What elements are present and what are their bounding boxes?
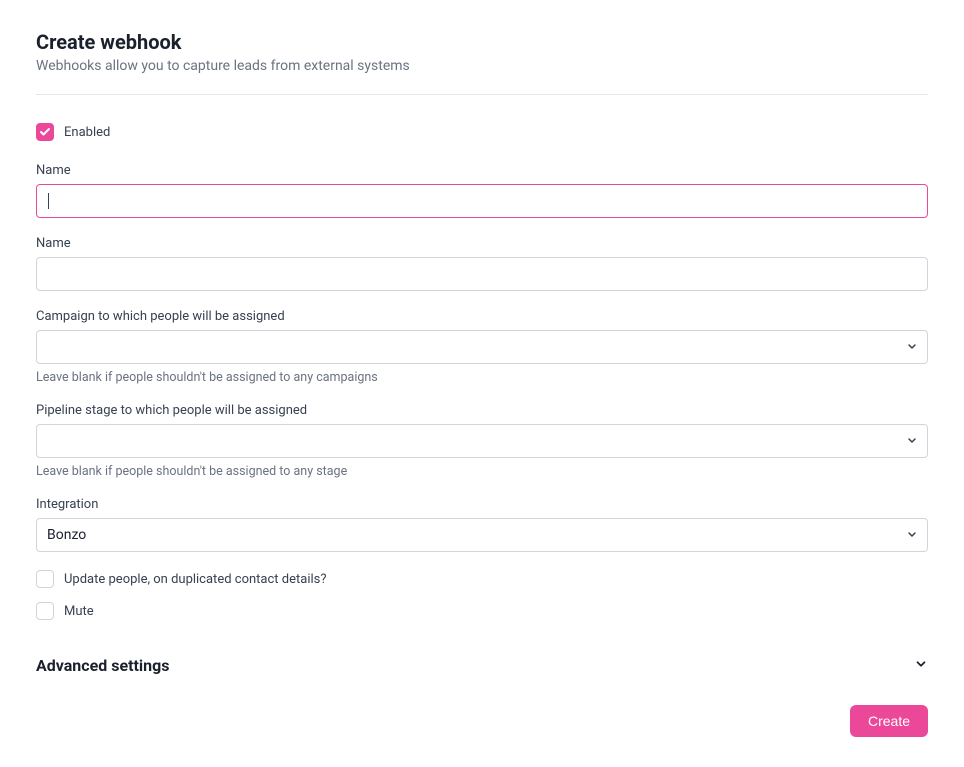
name1-input[interactable] [36, 184, 928, 218]
integration-select[interactable]: Bonzo [36, 518, 928, 552]
campaign-group: Campaign to which people will be assigne… [36, 309, 928, 385]
pipeline-label: Pipeline stage to which people will be a… [36, 403, 928, 418]
page-title: Create webhook [36, 30, 928, 54]
enabled-label: Enabled [64, 125, 110, 140]
create-button[interactable]: Create [850, 705, 928, 737]
integration-group: Integration Bonzo [36, 497, 928, 552]
mute-label: Mute [64, 604, 94, 619]
update-people-row: Update people, on duplicated contact det… [36, 570, 928, 588]
mute-row: Mute [36, 602, 928, 620]
divider [36, 94, 928, 95]
footer: Create [36, 705, 928, 737]
pipeline-group: Pipeline stage to which people will be a… [36, 403, 928, 479]
chevron-down-icon [914, 656, 928, 675]
name2-label: Name [36, 236, 928, 251]
campaign-select-wrapper [36, 330, 928, 364]
text-cursor [48, 193, 49, 209]
name1-group: Name [36, 163, 928, 218]
pipeline-select[interactable] [36, 424, 928, 458]
advanced-settings-toggle[interactable]: Advanced settings [36, 656, 928, 675]
name1-label: Name [36, 163, 928, 178]
check-icon [39, 126, 51, 138]
integration-select-wrapper: Bonzo [36, 518, 928, 552]
enabled-checkbox[interactable] [36, 123, 54, 141]
integration-value: Bonzo [47, 527, 86, 543]
advanced-settings-title: Advanced settings [36, 656, 169, 675]
update-people-label: Update people, on duplicated contact det… [64, 572, 327, 587]
update-people-checkbox[interactable] [36, 570, 54, 588]
campaign-select[interactable] [36, 330, 928, 364]
pipeline-helper: Leave blank if people shouldn't be assig… [36, 464, 928, 479]
enabled-row: Enabled [36, 123, 928, 141]
campaign-label: Campaign to which people will be assigne… [36, 309, 928, 324]
page-subtitle: Webhooks allow you to capture leads from… [36, 58, 928, 74]
integration-label: Integration [36, 497, 928, 512]
name2-group: Name [36, 236, 928, 291]
mute-checkbox[interactable] [36, 602, 54, 620]
campaign-helper: Leave blank if people shouldn't be assig… [36, 370, 928, 385]
name2-input[interactable] [36, 257, 928, 291]
pipeline-select-wrapper [36, 424, 928, 458]
